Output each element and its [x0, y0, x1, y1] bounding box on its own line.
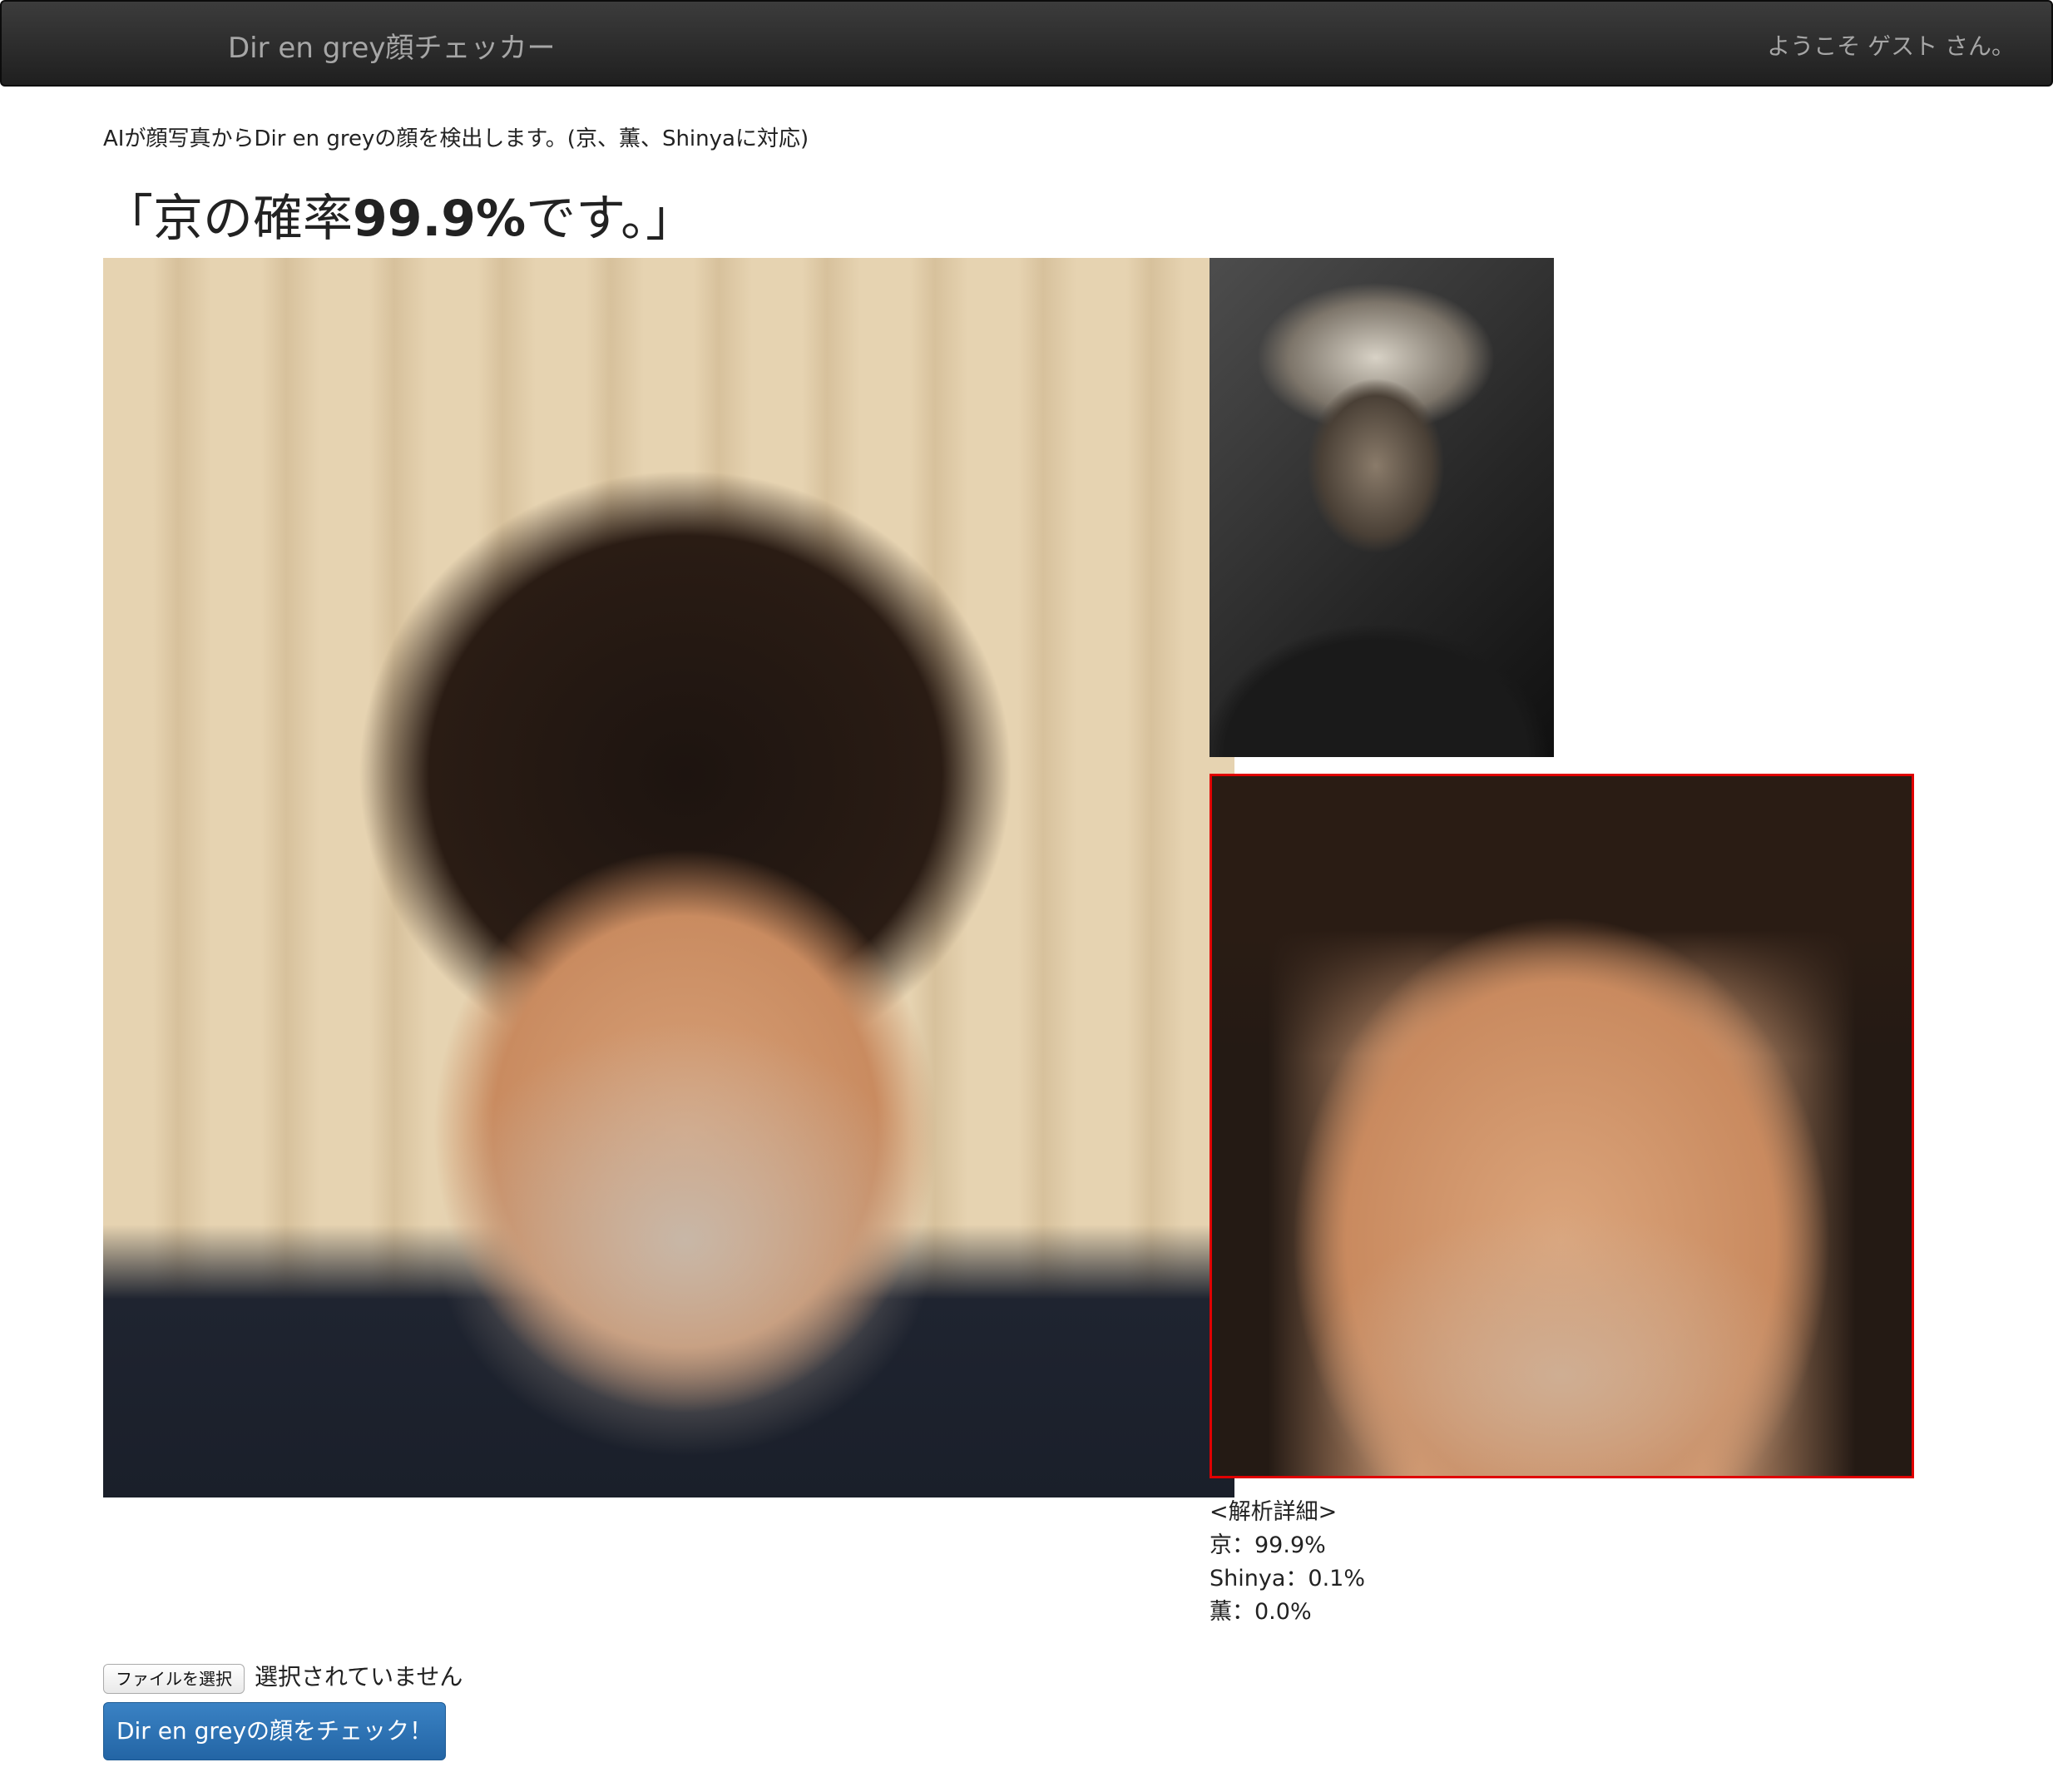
details-title: <解析詳細>	[1210, 1499, 1338, 1525]
app-brand-link[interactable]: Dir en grey顔チェッカー	[228, 25, 556, 66]
file-status-text: 選択されていません	[255, 1663, 463, 1691]
details-row-shinya: Shinya：0.1%	[1210, 1566, 1365, 1592]
result-prefix: 「京の確率	[103, 190, 353, 248]
result-heading: 「京の確率99.9%です。」	[103, 178, 695, 250]
details-row-kyo: 京：99.9%	[1210, 1532, 1326, 1558]
reference-member-photo	[1210, 258, 1554, 757]
detected-face-crop	[1210, 774, 1914, 1478]
uploaded-photo	[103, 258, 1234, 1497]
choose-file-button[interactable]: ファイルを選択	[103, 1664, 245, 1694]
welcome-text: ようこそ ゲスト さん。	[1767, 32, 2015, 60]
result-percent: 99.9%	[353, 190, 527, 248]
result-suffix: です。」	[526, 190, 696, 248]
analysis-details: <解析詳細> 京：99.9% Shinya：0.1% 薫：0.0%	[1210, 1496, 1365, 1629]
top-navbar: Dir en grey顔チェッカー ようこそ ゲスト さん。	[0, 0, 2053, 87]
intro-text: AIが顔写真からDir en greyの顔を検出します。(京、薫、Shinyaに…	[103, 126, 809, 151]
details-row-kaoru: 薫：0.0%	[1210, 1599, 1312, 1625]
check-face-button[interactable]: Dir en greyの顔をチェック！	[103, 1702, 446, 1760]
